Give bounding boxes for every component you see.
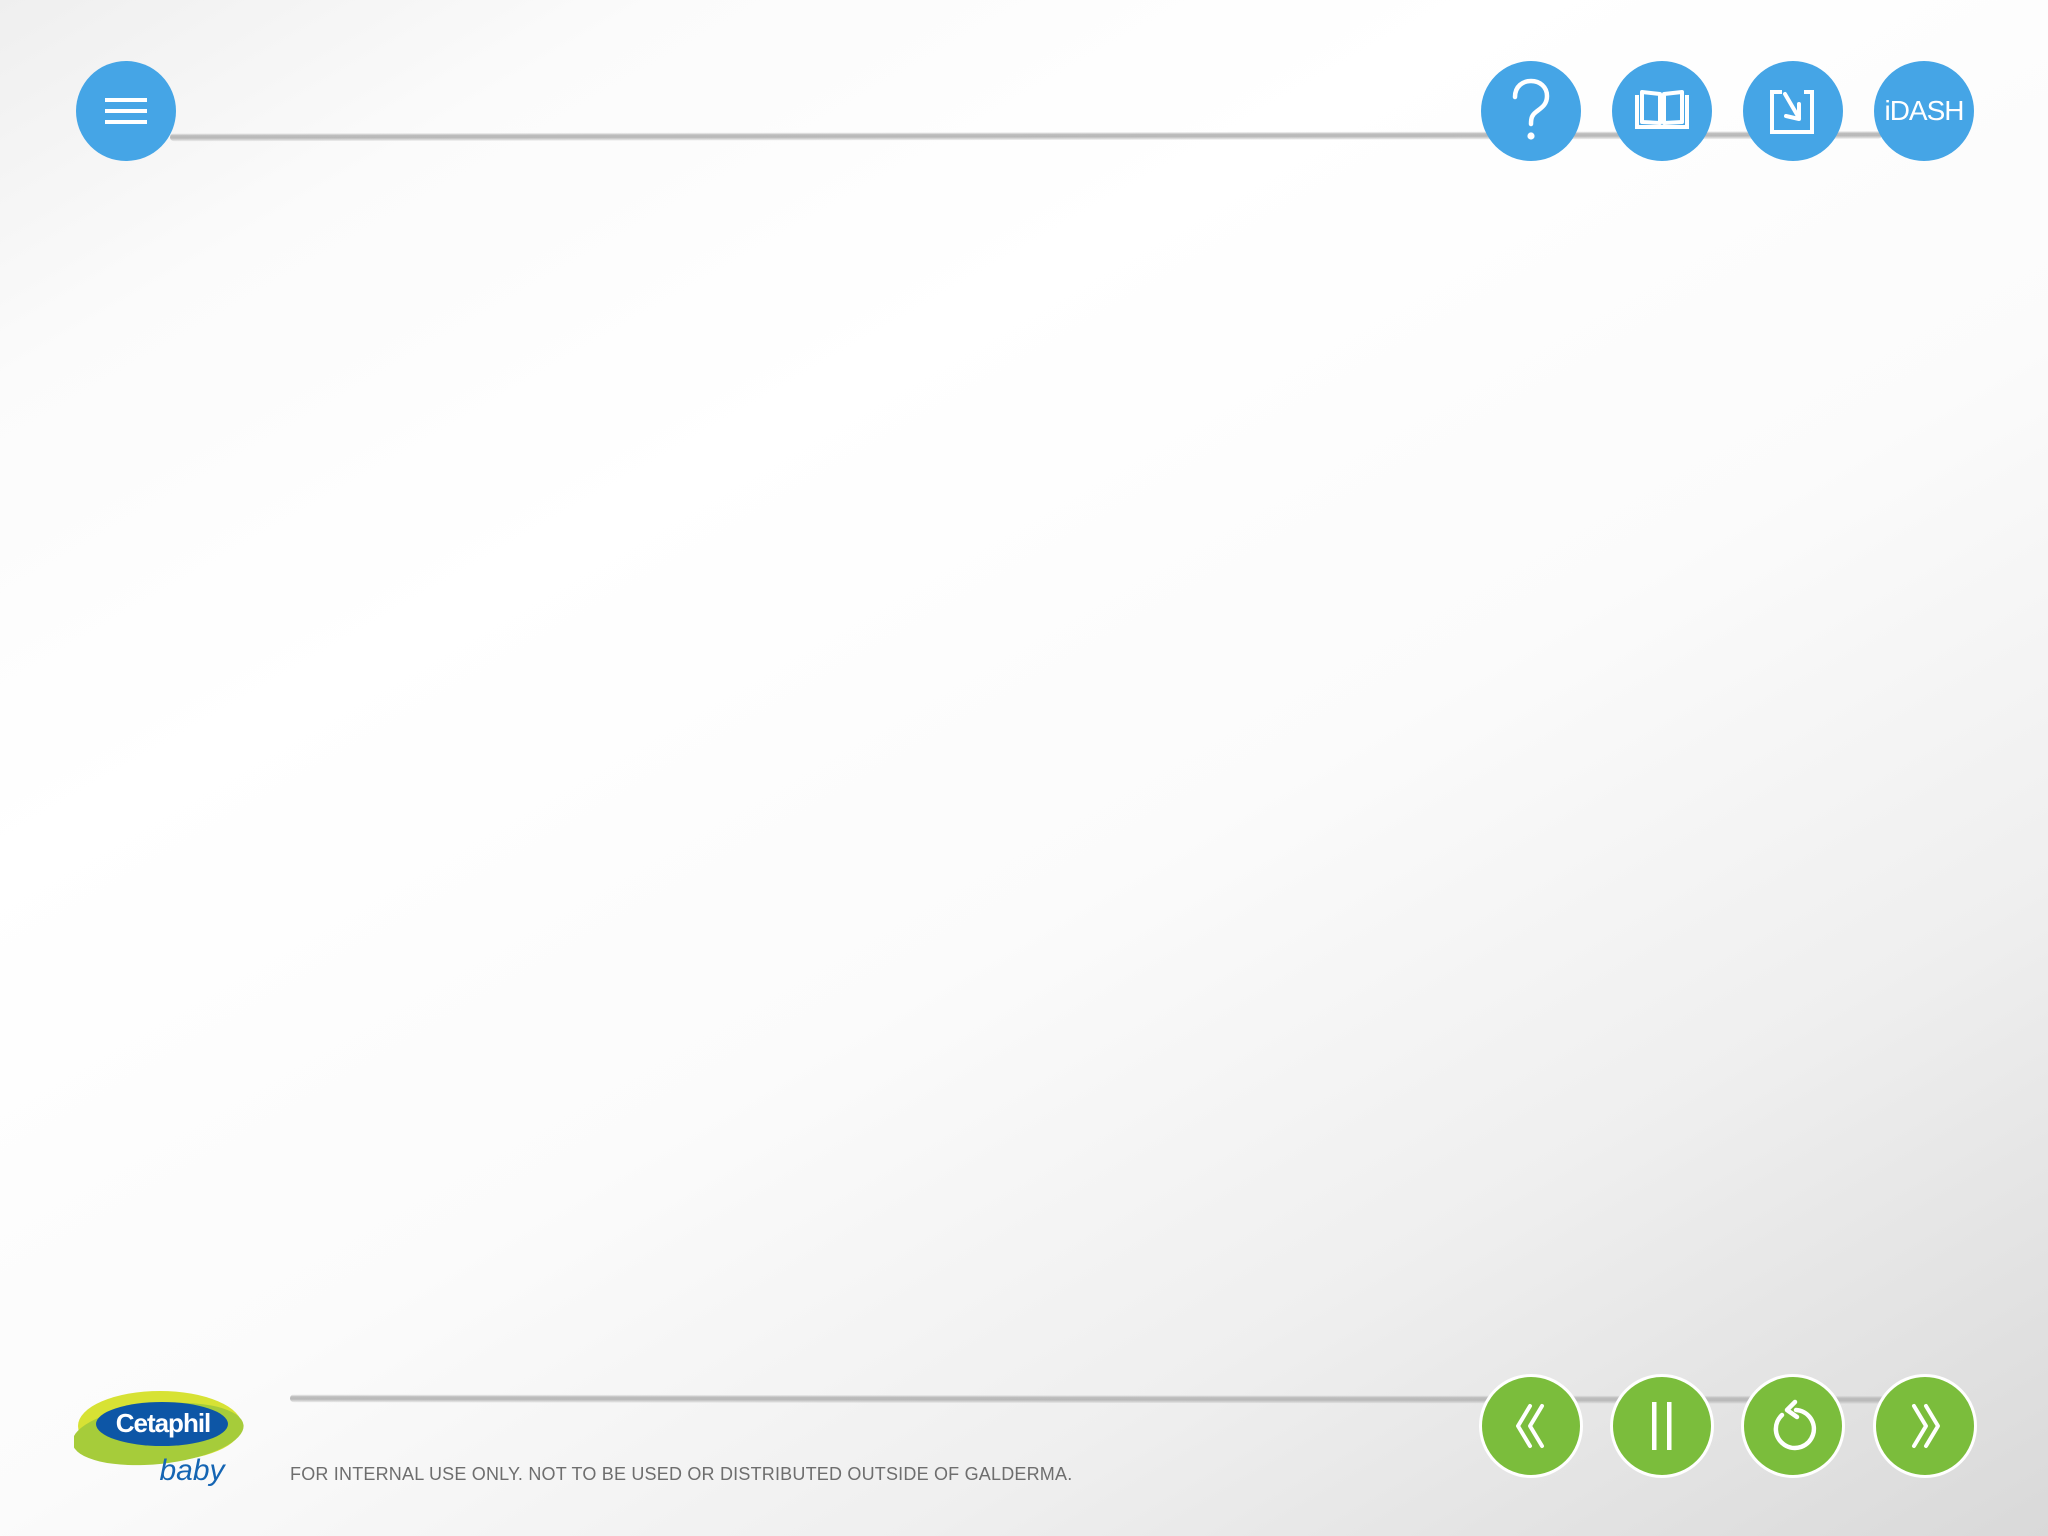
pause-button[interactable] — [1610, 1374, 1714, 1478]
idash-button[interactable]: iDASH — [1874, 61, 1974, 161]
idash-label: iDASH — [1884, 95, 1964, 126]
next-button[interactable] — [1873, 1374, 1977, 1478]
menu-button[interactable] — [76, 61, 176, 161]
open-book-icon — [1635, 90, 1689, 129]
double-chevron-right-icon — [1912, 1404, 1940, 1448]
pause-icon — [1652, 1402, 1672, 1450]
logo-sub-text: baby — [159, 1454, 225, 1487]
cetaphil-baby-logo: Cetaphil baby — [74, 1382, 246, 1494]
logo-brand-text: Cetaphil — [115, 1408, 212, 1438]
download-button[interactable] — [1743, 61, 1843, 161]
replay-icon — [1773, 1399, 1817, 1451]
question-mark-icon — [1512, 78, 1550, 140]
replay-button[interactable] — [1741, 1374, 1845, 1478]
hamburger-menu-icon — [105, 98, 147, 124]
previous-button[interactable] — [1479, 1374, 1583, 1478]
double-chevron-left-icon — [1516, 1404, 1544, 1448]
library-button[interactable] — [1612, 61, 1712, 161]
download-arrow-icon — [1770, 90, 1814, 134]
help-button[interactable] — [1481, 61, 1581, 161]
disclaimer-text: FOR INTERNAL USE ONLY. NOT TO BE USED OR… — [290, 1464, 1073, 1484]
